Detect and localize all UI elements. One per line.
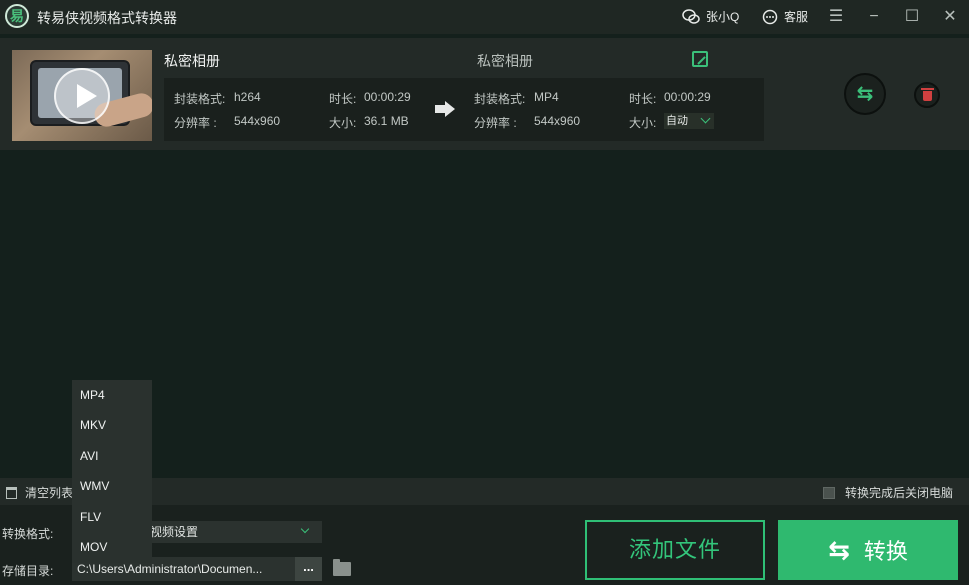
convert-single-button[interactable]: ⇆ (844, 73, 886, 115)
source-size-label: 大小: (329, 116, 357, 130)
user-name: 张小Q (706, 10, 740, 24)
file-info-box: 封装格式: h264 时长: 00:00:29 分辨率 : 544x960 大小… (164, 78, 764, 141)
format-dropdown: MP4 MKV AVI WMV FLV MOV (72, 380, 152, 563)
shutdown-label: 转换完成后关闭电脑 (844, 486, 953, 500)
dir-label: 存储目录: (2, 564, 54, 578)
service-label: 客服 (784, 10, 809, 24)
target-format-label: 封装格式: (474, 92, 526, 106)
file-name: 私密相册 (164, 53, 220, 69)
swap-arrows-icon: ⇆ (856, 83, 874, 105)
convert-button[interactable]: ⇆ 转换 (778, 520, 958, 580)
dropdown-option-wmv[interactable]: WMV (72, 471, 152, 501)
customer-service[interactable]: 客服 (762, 8, 808, 25)
target-resolution: 544x960 (534, 114, 581, 128)
target-size-label: 大小: (629, 116, 657, 130)
source-duration: 00:00:29 (364, 90, 411, 104)
chevron-down-icon (700, 113, 711, 124)
dropdown-option-mkv[interactable]: MKV (72, 410, 152, 440)
close-icon[interactable]: ✕ (939, 6, 961, 28)
dropdown-option-flv[interactable]: FLV (72, 502, 152, 532)
edit-icon[interactable] (692, 51, 708, 67)
output-file-name: 私密相册 (477, 53, 533, 69)
delete-file-button[interactable] (914, 82, 940, 108)
swap-arrows-icon: ⇆ (828, 534, 850, 565)
shutdown-option[interactable]: 转换完成后关闭电脑 (822, 484, 953, 501)
dropdown-option-avi[interactable]: AVI (72, 441, 152, 471)
format-value: 视频设置 (150, 525, 199, 539)
user-account[interactable]: 张小Q (682, 8, 739, 25)
clear-list-label: 清空列表 (25, 486, 74, 500)
title-bar: 易 转易侠视频格式转换器 张小Q 客服 ☰ − ☐ ✕ (0, 0, 969, 34)
dropdown-option-mp4[interactable]: MP4 (72, 380, 152, 410)
target-format: MP4 (534, 90, 559, 104)
shutdown-checkbox[interactable] (822, 486, 835, 499)
app-title: 转易侠视频格式转换器 (37, 10, 177, 26)
source-resolution: 544x960 (234, 114, 281, 128)
target-duration-label: 时长: (629, 92, 657, 106)
arrow-right-icon (435, 101, 455, 117)
browse-button[interactable]: ... (295, 557, 322, 581)
convert-label: 转换 (863, 539, 908, 564)
format-label: 转换格式: (2, 527, 54, 541)
source-resolution-label: 分辨率 : (174, 116, 217, 130)
source-format: h264 (234, 90, 261, 104)
target-resolution-label: 分辨率 : (474, 116, 517, 130)
maximize-icon[interactable]: ☐ (901, 6, 923, 28)
folder-icon[interactable] (333, 559, 351, 576)
file-row: 私密相册 私密相册 封装格式: h264 时长: 00:00:29 分辨率 : … (0, 38, 969, 150)
source-duration-label: 时长: (329, 92, 357, 106)
clear-list-button[interactable]: 清空列表 (6, 484, 73, 501)
trash-icon (923, 91, 932, 101)
target-size-select[interactable]: 自动 (664, 113, 714, 129)
menu-icon[interactable]: ☰ (825, 6, 847, 28)
video-thumbnail[interactable] (12, 50, 152, 141)
wechat-icon (682, 8, 700, 24)
source-size: 36.1 MB (364, 114, 409, 128)
dropdown-option-mov[interactable]: MOV (72, 532, 152, 562)
target-duration: 00:00:29 (664, 90, 711, 104)
target-size-value: 自动 (666, 115, 688, 127)
chat-bubble-icon (762, 9, 778, 24)
source-format-label: 封装格式: (174, 92, 226, 106)
play-icon[interactable] (54, 68, 110, 124)
app-logo-icon: 易 (5, 4, 29, 28)
trash-icon (6, 486, 17, 499)
chevron-down-icon (300, 524, 310, 534)
add-files-button[interactable]: 添加文件 (585, 520, 765, 580)
minimize-icon[interactable]: − (863, 6, 885, 28)
